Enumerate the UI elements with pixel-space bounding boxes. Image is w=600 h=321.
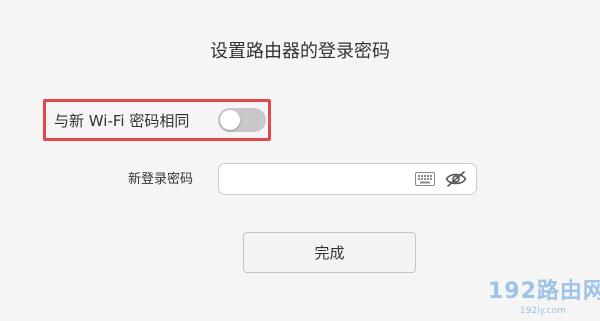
watermark: 192路由网 192ly.com [488,279,600,319]
sync-password-option: 与新 Wi-Fi 密码相同 [43,99,271,141]
sync-password-label: 与新 Wi-Fi 密码相同 [54,112,190,130]
new-password-input[interactable] [229,169,409,189]
done-button[interactable]: 完成 [243,232,416,273]
sync-password-toggle[interactable] [218,108,266,132]
watermark-main: 192路由网 [488,279,600,304]
watermark-url: 192ly.com [520,306,566,316]
keyboard-icon[interactable] [415,172,435,186]
eye-hidden-icon[interactable] [445,169,467,189]
new-password-label: 新登录密码 [128,172,194,187]
page-title: 设置路由器的登录密码 [210,41,390,62]
toggle-knob [220,110,240,130]
new-password-field [218,163,477,195]
